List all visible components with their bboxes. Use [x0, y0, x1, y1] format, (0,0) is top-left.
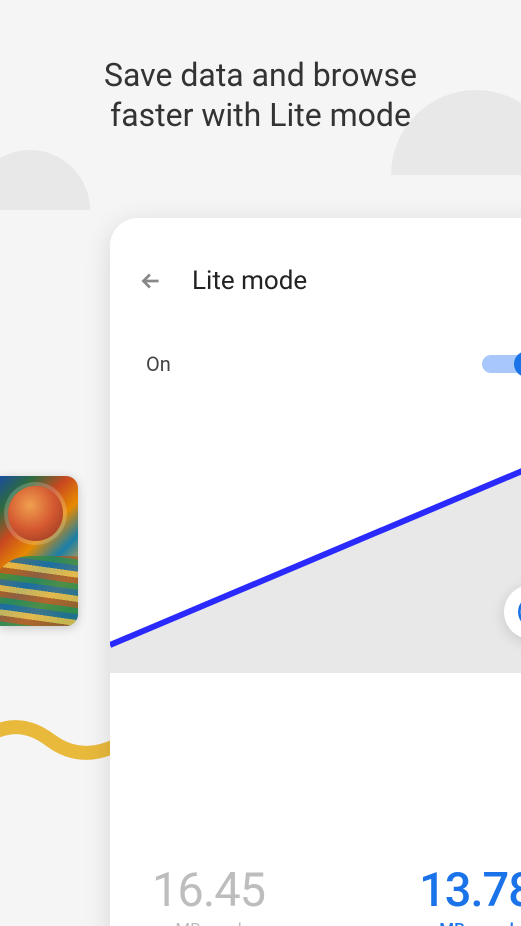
artwork-card-peek — [0, 476, 78, 626]
cloud-decoration-left — [0, 150, 90, 210]
heading-line-1: Save data and browse — [104, 56, 417, 94]
promo-heading: Save data and browse faster with Lite mo… — [0, 55, 521, 135]
stat-saved-label: MB saved — [419, 920, 521, 926]
screen-header: Lite mode — [110, 218, 521, 316]
lite-mode-toggle[interactable] — [482, 352, 521, 376]
stat-saved-value: 13.78 — [419, 863, 521, 918]
stat-saved: 13.78 MB saved — [419, 863, 521, 926]
stat-used-label: MB used — [152, 920, 265, 926]
data-savings-chart — [110, 413, 521, 673]
stat-used-value: 16.45 — [152, 863, 265, 918]
back-arrow-icon[interactable] — [138, 268, 164, 294]
stats-row: 16.45 MB used 13.78 MB saved — [110, 863, 521, 926]
stat-used: 16.45 MB used — [152, 863, 265, 926]
toggle-state-label: On — [146, 352, 171, 376]
lite-mode-screen: Lite mode On 16.45 MB used 13.78 MB — [110, 218, 521, 926]
lite-mode-toggle-row: On — [110, 316, 521, 396]
screen-title: Lite mode — [192, 266, 307, 296]
heading-line-2: faster with Lite mode — [110, 96, 411, 134]
